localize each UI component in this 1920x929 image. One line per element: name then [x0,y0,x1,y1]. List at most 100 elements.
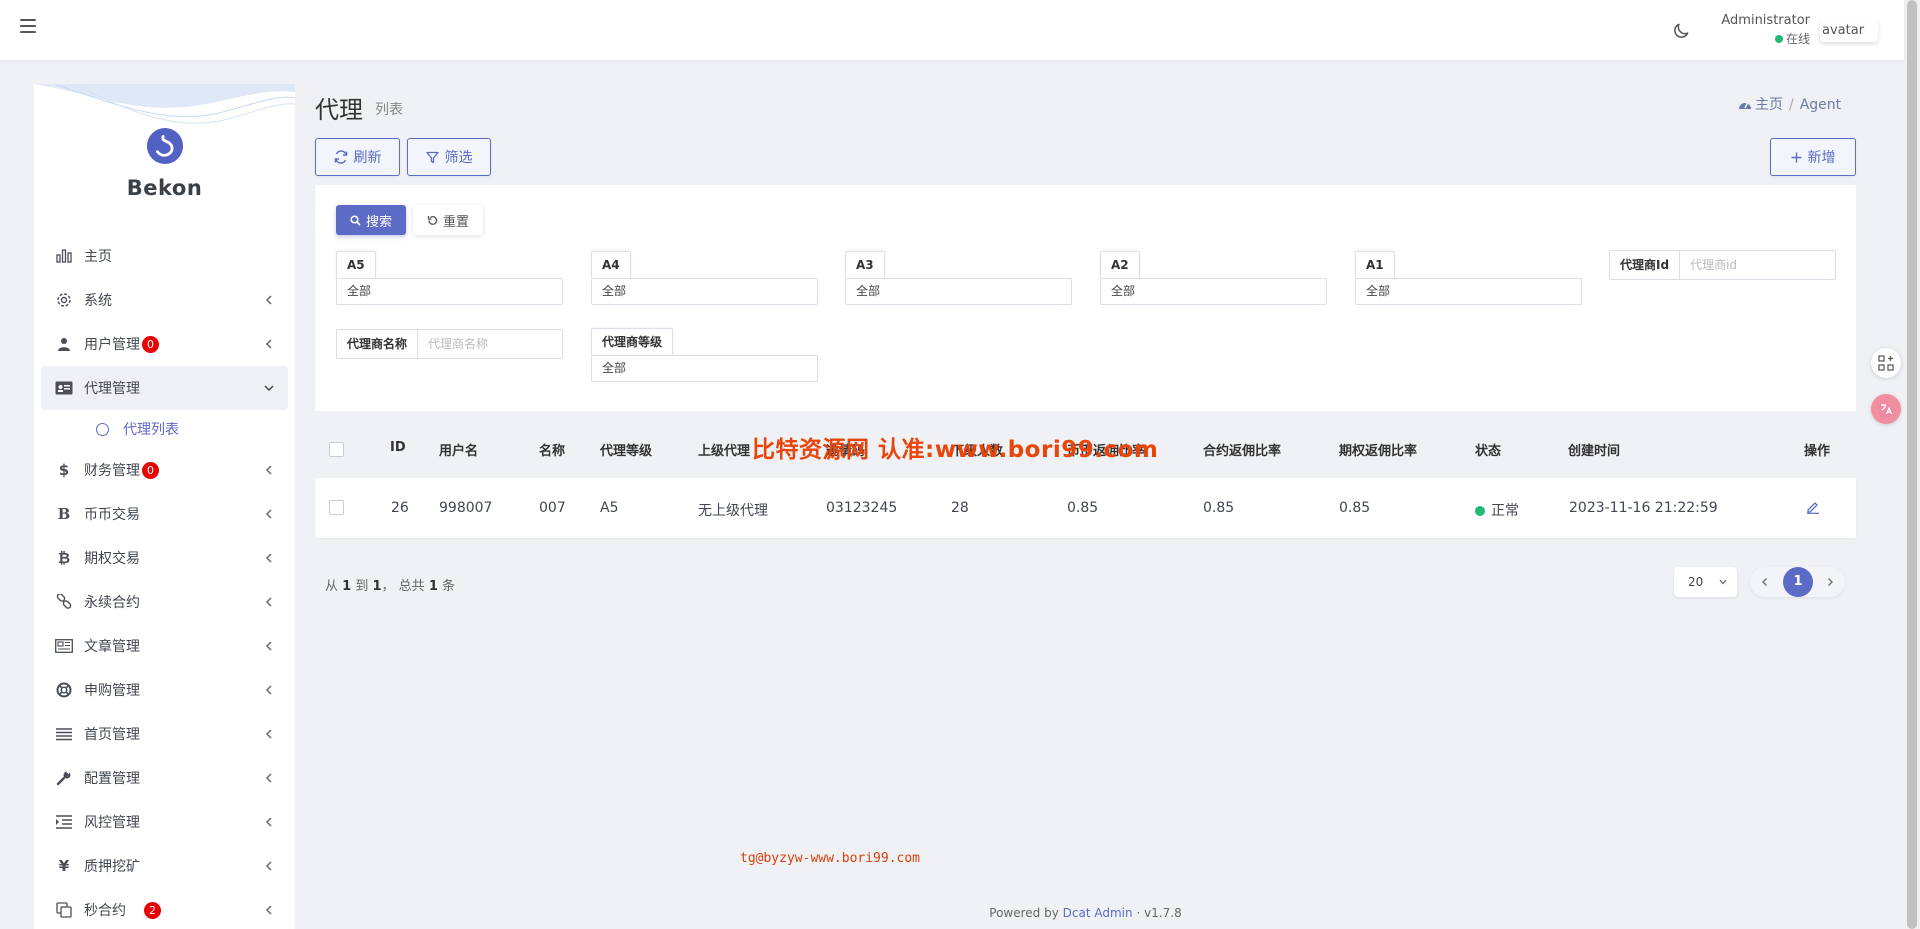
search-button[interactable]: 搜索 [336,205,406,235]
chevron-left-icon [265,861,272,871]
sidebar-item-agents[interactable]: 代理管理 [41,366,288,410]
sidebar-item-label: 系统 [84,293,112,309]
filter-button[interactable]: 筛选 [407,138,491,176]
circle-icon [96,422,109,436]
newspaper-icon [54,637,74,655]
per-page-select[interactable]: 20 [1674,567,1737,597]
page-number-current[interactable]: 1 [1783,567,1813,597]
sidebar-item-risk[interactable]: 风控管理 [41,800,288,844]
grid-add-button[interactable] [1871,348,1901,378]
user-menu[interactable]: Administrator 在线 [1700,13,1810,47]
cell-name: 007 [539,500,566,516]
filter-a3-select[interactable]: 全部 [845,278,1072,305]
sidebar-subitem-agent-list[interactable]: 代理列表 [41,410,288,448]
page-title: 代理 [315,96,363,124]
avatar[interactable]: avatar [1820,20,1878,42]
page-subtitle: 列表 [375,102,403,118]
breadcrumb-home-link[interactable]: 主页 [1755,97,1783,113]
cell-option-rebate: 0.85 [1339,500,1371,516]
cell-status: 正常 [1475,500,1519,520]
online-dot-icon [1774,34,1783,43]
translate-icon [1877,400,1895,418]
filter-a4-select[interactable]: 全部 [591,278,818,305]
sidebar-item-label: 配置管理 [84,771,140,787]
sidebar-item-subscription[interactable]: 申购管理 [41,668,288,712]
cell-parent: 无上级代理 [698,503,768,519]
sidebar-item-label: 秒合约 [84,903,126,919]
dcat-admin-link[interactable]: Dcat Admin [1063,906,1133,920]
breadcrumb-current: Agent [1799,97,1842,113]
agent-name-input[interactable]: 代理商名称 [418,330,562,358]
sidebar-item-config[interactable]: 配置管理 [41,756,288,800]
sidebar-item-home[interactable]: 主页 [41,234,288,278]
sidebar: Bekon 主页 系统 用户管理 0 代理管理 代理列表 $ 财务管理 0 B … [34,84,295,929]
chevron-left-icon [265,597,272,607]
sidebar-item-label: 申购管理 [84,683,140,699]
brand-name: Bekon [126,176,203,200]
filter-a1-select[interactable]: 全部 [1355,278,1582,305]
scrollbar-thumb[interactable] [1907,0,1917,929]
bars-icon [54,725,74,743]
chevron-left-icon [265,685,272,695]
chevron-right-icon[interactable] [1825,576,1835,588]
second-contract-count-badge: 2 [144,901,161,919]
agent-id-label: 代理商Id [1610,251,1681,279]
create-button[interactable]: 新增 [1770,138,1856,176]
sidebar-item-users[interactable]: 用户管理 0 [41,322,288,366]
filter-agent-level-select[interactable]: 全部 [591,355,818,382]
sidebar-item-staking[interactable]: ¥ 质押挖矿 [41,844,288,888]
cell-created: 2023-11-16 21:22:59 [1569,500,1718,516]
link-icon [54,593,74,611]
hamburger-menu-icon[interactable] [20,19,36,33]
sidebar-item-system[interactable]: 系统 [41,278,288,322]
col-option-rebate: 期权返佣比率 [1339,444,1418,459]
indent-icon [54,813,74,831]
col-id[interactable]: ID [390,440,406,455]
dollar-icon: $ [58,461,70,479]
col-status: 状态 [1475,444,1502,459]
col-contract-rebate: 合约返佣比率 [1203,444,1282,459]
filter-a2-select[interactable]: 全部 [1100,278,1327,305]
sidebar-item-second-contract[interactable]: 秒合约 2 [41,888,288,929]
sidebar-item-articles[interactable]: 文章管理 [41,624,288,668]
bitcoin-b-icon: B [57,505,71,523]
sidebar-item-perpetual[interactable]: 永续合约 [41,580,288,624]
copy-icon [54,901,74,919]
chevron-left-icon [265,339,272,349]
sidebar-item-label: 风控管理 [84,815,140,831]
sidebar-item-label: 质押挖矿 [84,859,140,875]
col-username: 用户名 [439,444,479,459]
select-all-checkbox[interactable] [329,442,344,457]
agent-id-input[interactable]: 代理商id [1680,251,1835,279]
cell-contract-rebate: 0.85 [1203,500,1235,516]
row-checkbox[interactable] [329,500,344,515]
pagination-summary: 从 1 到 1， 总共 1 条 [325,579,456,594]
filter-a1-label: A1 [1355,251,1395,278]
sidebar-item-homepage[interactable]: 首页管理 [41,712,288,756]
sidebar-menu: 主页 系统 用户管理 0 代理管理 代理列表 $ 财务管理 0 B 币币交易 ₿… [41,234,288,929]
filter-a5-select[interactable]: 全部 [336,278,563,305]
chevron-left-icon [265,641,272,651]
search-icon [350,214,361,226]
sidebar-item-options-trading[interactable]: ₿ 期权交易 [41,536,288,580]
finance-count-badge: 0 [142,461,159,479]
chevron-left-icon [265,817,272,827]
sidebar-item-finance[interactable]: $ 财务管理 0 [41,448,288,492]
chevron-left-icon [265,729,272,739]
chevron-left-icon [265,553,272,563]
top-navbar: Administrator 在线 avatar [0,0,1904,60]
moon-icon[interactable] [1671,21,1691,41]
filter-a2-label: A2 [1100,251,1140,278]
chevron-left-icon[interactable] [1760,576,1770,588]
chevron-left-icon [265,773,272,783]
sidebar-item-spot-trading[interactable]: B 币币交易 [41,492,288,536]
translate-button[interactable] [1871,394,1901,424]
filter-icon [425,151,439,163]
page-scrollbar[interactable] [1904,0,1920,929]
filter-agent-id: 代理商Id 代理商id [1609,250,1836,280]
refresh-button[interactable]: 刷新 [315,138,400,176]
sidebar-item-label: 期权交易 [84,551,140,567]
reset-button[interactable]: 重置 [413,205,483,235]
cell-username: 998007 [439,500,493,516]
edit-icon[interactable] [1806,500,1820,514]
